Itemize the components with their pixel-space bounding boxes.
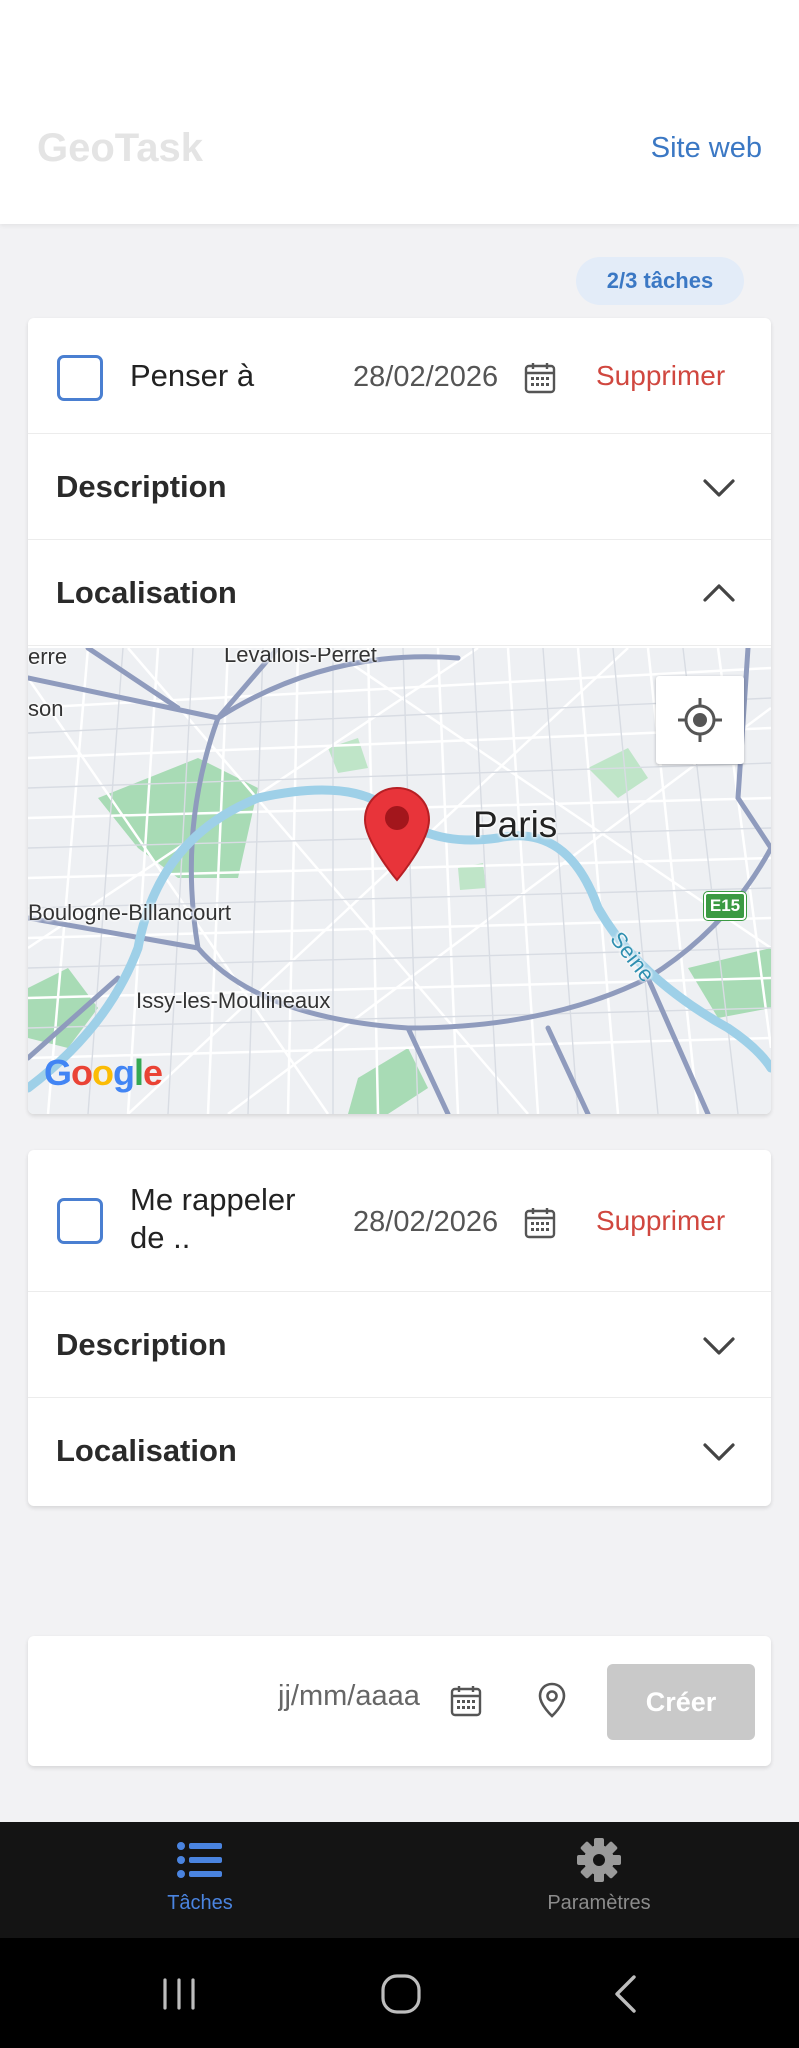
task-count-badge: 2/3 tâches — [576, 257, 744, 305]
section-label: Localisation — [56, 575, 237, 610]
calendar-icon[interactable] — [523, 1206, 557, 1240]
list-icon — [177, 1842, 222, 1878]
app-title: GeoTask — [37, 126, 203, 170]
create-button[interactable]: Créer — [607, 1664, 755, 1740]
delete-button[interactable]: Supprimer — [596, 1205, 725, 1237]
task-header: Penser à 28/02/2026 Supprimer — [28, 318, 771, 434]
map-pin-icon[interactable] — [363, 786, 431, 882]
task-date[interactable]: 28/02/2026 — [353, 361, 498, 394]
location-map[interactable]: Levallois-Perret erre son Paris Boulogne… — [28, 648, 771, 1114]
recent-apps-icon[interactable] — [156, 1972, 202, 2016]
app-screen: GeoTask Site web 2/3 tâches Penser à 28/… — [0, 0, 799, 2048]
map-label-son: son — [28, 696, 64, 721]
nav-tab-settings[interactable]: Paramètres — [499, 1836, 699, 1926]
calendar-icon[interactable] — [523, 361, 557, 395]
section-label: Localisation — [56, 1433, 237, 1468]
task-card: Penser à 28/02/2026 Supprimer Descriptio… — [28, 318, 771, 1114]
chevron-down-icon[interactable] — [701, 472, 737, 502]
task-date[interactable]: 28/02/2026 — [353, 1206, 498, 1239]
map-label-paris: Paris — [473, 804, 558, 845]
task-checkbox[interactable] — [57, 355, 103, 401]
chevron-down-icon[interactable] — [701, 1436, 737, 1466]
task-header: Me rappeler de .. 28/02/2026 Supprimer — [28, 1150, 771, 1292]
section-label: Description — [56, 469, 227, 504]
task-checkbox[interactable] — [57, 1198, 103, 1244]
section-label: Description — [56, 1327, 227, 1362]
map-label-levallois: Levallois-Perret — [224, 648, 377, 667]
task-title[interactable]: Penser à — [130, 357, 320, 395]
google-logo: Google — [44, 1052, 163, 1093]
map-label-issy: Issy-les-Moulineaux — [136, 988, 331, 1013]
nav-label: Tâches — [167, 1892, 233, 1914]
home-icon[interactable] — [378, 1972, 424, 2016]
chevron-down-icon[interactable] — [701, 1330, 737, 1360]
description-section[interactable]: Description — [28, 434, 771, 540]
highway-shield: E15 — [703, 891, 747, 921]
task-title[interactable]: Me rappeler de .. — [130, 1181, 320, 1257]
bottom-navigation: Tâches Paramètres — [0, 1822, 799, 1938]
app-header: GeoTask Site web — [0, 0, 799, 224]
calendar-icon[interactable] — [449, 1684, 483, 1718]
task-card: Me rappeler de .. 28/02/2026 Supprimer D… — [28, 1150, 771, 1506]
nav-tab-tasks[interactable]: Tâches — [100, 1836, 300, 1926]
location-section[interactable]: Localisation — [28, 540, 771, 646]
description-section[interactable]: Description — [28, 1292, 771, 1398]
location-section[interactable]: Localisation — [28, 1398, 771, 1504]
crosshair-icon — [678, 698, 722, 742]
date-input[interactable] — [278, 1680, 468, 1713]
website-link[interactable]: Site web — [651, 132, 762, 165]
delete-button[interactable]: Supprimer — [596, 360, 725, 392]
back-icon[interactable] — [604, 1972, 650, 2016]
nav-label: Paramètres — [547, 1892, 651, 1914]
location-pin-icon[interactable] — [536, 1681, 568, 1719]
map-label-erre: erre — [28, 648, 68, 669]
map-label-boulogne: Boulogne-Billancourt — [28, 900, 232, 925]
gear-icon — [577, 1838, 621, 1882]
create-task-form: Créer — [28, 1636, 771, 1766]
system-navigation-bar — [0, 1938, 799, 2048]
my-location-button[interactable] — [656, 676, 744, 764]
chevron-up-icon[interactable] — [701, 578, 737, 608]
